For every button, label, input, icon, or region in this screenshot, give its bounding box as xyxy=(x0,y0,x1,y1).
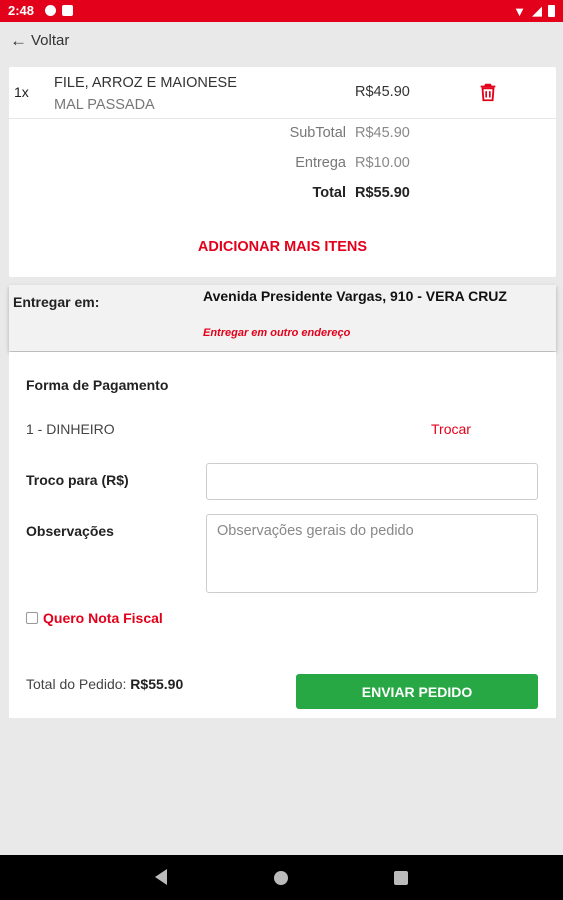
nav-back-icon[interactable] xyxy=(155,869,167,885)
payment-title: Forma de Pagamento xyxy=(26,377,169,393)
delivery-fee-value: R$10.00 xyxy=(355,155,410,171)
delivery-address: Avenida Presidente Vargas, 910 - VERA CR… xyxy=(203,288,507,304)
item-name: FILE, ARROZ E MAIONESE MAL PASSADA xyxy=(54,72,237,116)
status-bar: 2:48 ▼ ◢ xyxy=(0,0,563,22)
signal-icon: ◢ xyxy=(532,3,542,18)
storage-icon xyxy=(62,5,73,16)
invoice-label: Quero Nota Fiscal xyxy=(43,610,163,626)
payment-card: Forma de Pagamento 1 - DINHEIRO Trocar T… xyxy=(9,352,556,718)
order-total-value: R$55.90 xyxy=(130,676,184,692)
cart-item-row: 1x FILE, ARROZ E MAIONESE MAL PASSADA R$… xyxy=(9,67,556,119)
system-nav-bar xyxy=(0,855,563,900)
wifi-icon: ▼ xyxy=(513,3,526,19)
notes-label: Observações xyxy=(26,523,114,539)
back-label: Voltar xyxy=(31,31,70,49)
item-price: R$45.90 xyxy=(355,84,410,100)
nav-recents-icon[interactable] xyxy=(394,871,408,885)
cart-card: 1x FILE, ARROZ E MAIONESE MAL PASSADA R$… xyxy=(9,67,556,277)
total-row: Total R$55.90 xyxy=(9,185,556,205)
notification-icon xyxy=(45,5,56,16)
total-label: Total xyxy=(312,185,346,201)
subtotal-label: SubTotal xyxy=(289,125,346,141)
nav-home-icon[interactable] xyxy=(274,871,288,885)
subtotal-row: SubTotal R$45.90 xyxy=(9,125,556,145)
delivery-address-section: Entregar em: Avenida Presidente Vargas, … xyxy=(9,285,556,351)
delivery-fee-row: Entrega R$10.00 xyxy=(9,155,556,175)
order-total: Total do Pedido: R$55.90 xyxy=(26,676,183,692)
item-name-line2: MAL PASSADA xyxy=(54,97,155,113)
arrow-left-icon: ← xyxy=(10,30,27,50)
change-payment-link[interactable]: Trocar xyxy=(431,421,471,437)
submit-order-button[interactable]: ENVIAR PEDIDO xyxy=(296,674,538,709)
back-button[interactable]: ← Voltar xyxy=(10,29,69,51)
checkbox-icon[interactable] xyxy=(26,612,38,624)
add-more-items-button[interactable]: ADICIONAR MAIS ITENS xyxy=(9,239,556,255)
other-address-link[interactable]: Entregar em outro endereço xyxy=(203,327,350,339)
order-total-label: Total do Pedido: xyxy=(26,676,127,692)
invoice-checkbox[interactable]: Quero Nota Fiscal xyxy=(26,610,163,626)
battery-icon xyxy=(548,5,555,17)
notes-input[interactable] xyxy=(206,514,538,593)
change-for-input[interactable] xyxy=(206,463,538,500)
delivery-label: Entregar em: xyxy=(13,294,100,310)
item-name-line1: FILE, ARROZ E MAIONESE xyxy=(54,75,237,91)
payment-method: 1 - DINHEIRO xyxy=(26,421,115,437)
trash-icon[interactable] xyxy=(477,81,499,103)
delivery-fee-label: Entrega xyxy=(295,155,346,171)
status-time: 2:48 xyxy=(8,3,35,18)
item-quantity: 1x xyxy=(14,84,29,100)
status-icons: ▼ ◢ xyxy=(513,3,555,19)
total-value: R$55.90 xyxy=(355,185,410,201)
subtotal-value: R$45.90 xyxy=(355,125,410,141)
change-for-label: Troco para (R$) xyxy=(26,472,129,488)
